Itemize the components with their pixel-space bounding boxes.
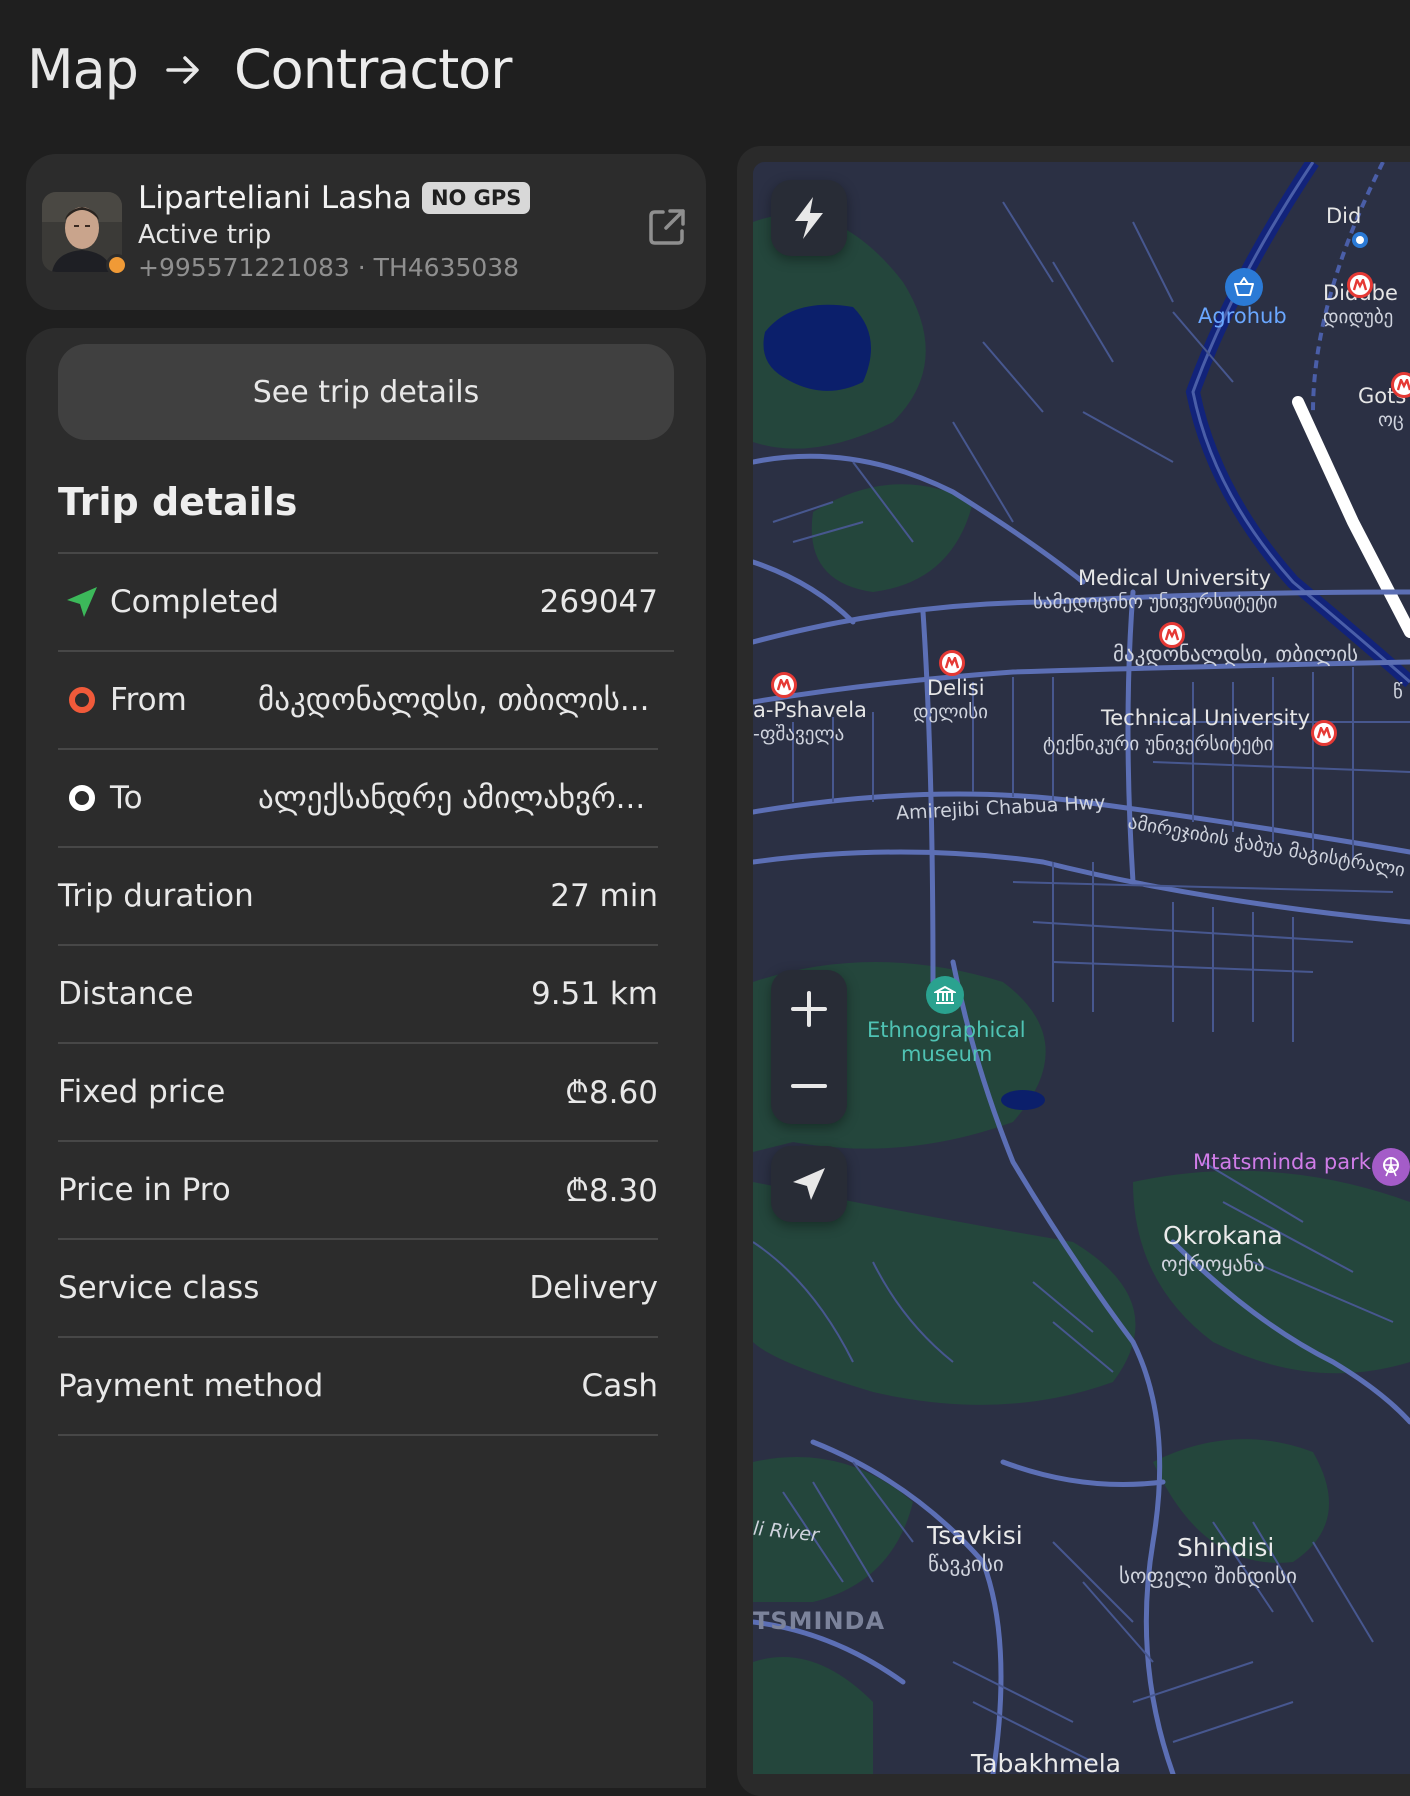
map-label-mtatsminda-park: Mtatsminda park	[1193, 1150, 1371, 1174]
train-station-icon[interactable]	[1352, 232, 1368, 248]
map-label-okrokana: Okrokana	[1163, 1221, 1283, 1250]
service-class-row: Service class Delivery	[58, 1240, 658, 1338]
detail-label: Service class	[58, 1270, 260, 1306]
map-label-delisi: Delisi	[927, 676, 985, 700]
map-label-mcdonalds-geo: მაკდონალდსი, თბილის	[1113, 642, 1359, 666]
detail-value: 27 min	[550, 878, 658, 914]
trip-details-list: Completed 269047 From მაკდონალდსი, თბილი…	[58, 552, 674, 1436]
from-row: From მაკდონალდსი, თბილის...	[58, 652, 658, 750]
ferris-wheel-icon[interactable]	[1372, 1148, 1410, 1186]
navigation-arrow-icon	[62, 584, 102, 620]
gps-status-badge: NO GPS	[421, 182, 531, 214]
breadcrumb-map[interactable]: Map	[27, 38, 139, 101]
zoom-in-icon[interactable]	[789, 989, 829, 1029]
metro-station-icon[interactable]	[1347, 272, 1373, 298]
metro-station-icon[interactable]	[771, 672, 797, 698]
metro-station-icon[interactable]	[939, 650, 965, 676]
location-arrow-icon	[793, 1168, 825, 1200]
map-label-ethnographical: Ethnographical	[867, 1018, 1026, 1042]
contact-separator: ·	[349, 253, 374, 282]
map-base-layer	[753, 162, 1410, 1774]
trip-order-number: 269047	[539, 584, 658, 620]
detail-label: Fixed price	[58, 1074, 226, 1110]
zoom-out-icon[interactable]	[789, 1066, 829, 1106]
map-label-okrokana-geo: ოქროყანა	[1161, 1252, 1265, 1276]
contractor-card: Liparteliani Lasha NO GPS Active trip +9…	[26, 154, 706, 310]
map-label-agrohub: Agrohub	[1198, 304, 1287, 328]
map-label-tsminda: TSMINDA	[753, 1607, 886, 1635]
map-label-did: Did	[1326, 204, 1362, 228]
see-trip-details-button[interactable]: See trip details	[58, 344, 674, 440]
map-label-delisi-geo: დელისი	[913, 701, 989, 723]
detail-value: Cash	[581, 1368, 658, 1404]
open-external-icon[interactable]	[646, 206, 688, 248]
map-label-pshavela-geo: -ფშაველა	[753, 723, 845, 745]
map-label-didube-geo: დიდუბე	[1323, 306, 1394, 328]
trip-panel: See trip details Trip details Completed …	[26, 328, 706, 1788]
map-label-gots-geo: ოც	[1378, 409, 1404, 431]
lightning-icon	[795, 197, 823, 239]
trip-details-title: Trip details	[58, 480, 298, 524]
locate-me-button[interactable]	[771, 1146, 847, 1222]
fixed-price-row: Fixed price ₾8.60	[58, 1044, 658, 1142]
map-label-technical-university-geo: ტექნიკური უნივერსიტეტი	[1043, 733, 1274, 755]
map-label-technical-university: Technical University	[1101, 706, 1311, 730]
detail-value: ₾8.60	[565, 1075, 658, 1111]
payment-method-row: Payment method Cash	[58, 1338, 658, 1436]
avatar	[42, 192, 128, 276]
detail-value: 9.51 km	[530, 976, 658, 1012]
detail-label: Distance	[58, 976, 194, 1012]
origin-point-icon	[62, 685, 102, 715]
to-label: To	[110, 780, 143, 816]
price-in-pro-row: Price in Pro ₾8.30	[58, 1142, 658, 1240]
status-dot	[106, 254, 128, 276]
map-label-shindisi: Shindisi	[1177, 1533, 1275, 1562]
traffic-lightning-button[interactable]	[771, 180, 847, 256]
map-label-medical-university: Medical University	[1078, 566, 1272, 590]
from-address: მაკდონალდსი, თბილის...	[258, 682, 650, 718]
map-label-museum: museum	[901, 1042, 993, 1066]
metro-station-icon[interactable]	[1391, 372, 1410, 398]
map-label-shindisi-geo: სოფელი შინდისი	[1119, 1564, 1297, 1588]
detail-label: Price in Pro	[58, 1172, 231, 1208]
map-label-pshavela: a-Pshavela	[753, 698, 867, 722]
destination-point-icon	[62, 783, 102, 813]
map-label-tabakhmela: Tabakhmela	[971, 1749, 1121, 1774]
trip-status-row: Completed 269047	[58, 554, 674, 652]
metro-station-icon[interactable]	[1311, 720, 1337, 746]
museum-icon[interactable]	[926, 976, 964, 1014]
to-address: ალექსანდრე ამილახვრ...	[258, 780, 646, 816]
contractor-contact: +995571221083 · TH4635038	[138, 253, 519, 282]
trip-duration-row: Trip duration 27 min	[58, 848, 658, 946]
map-label-tsavkisi-geo: წავკისი	[928, 1552, 1004, 1576]
breadcrumb: Map Contractor	[27, 38, 513, 101]
distance-row: Distance 9.51 km	[58, 946, 658, 1044]
zoom-controls	[771, 970, 847, 1124]
detail-label: Trip duration	[58, 878, 254, 914]
map-canvas[interactable]: Did Didube დიდუბე Agrohub Gots ოც Medica…	[753, 162, 1410, 1774]
trip-status-label: Completed	[110, 584, 280, 620]
arrow-right-icon	[160, 47, 206, 93]
from-label: From	[110, 682, 187, 718]
map-label-geo-edge: წ	[1393, 681, 1403, 703]
map-label-tsavkisi: Tsavkisi	[927, 1521, 1023, 1550]
detail-value: ₾8.30	[565, 1173, 658, 1209]
to-row: To ალექსანდრე ამილახვრ...	[58, 750, 658, 848]
contractor-status: Active trip	[138, 220, 272, 250]
page-title: Contractor	[233, 38, 513, 101]
detail-value: Delivery	[529, 1270, 658, 1306]
contractor-vehicle-id: TH4635038	[373, 253, 520, 282]
metro-station-icon[interactable]	[1159, 622, 1185, 648]
detail-label: Payment method	[58, 1368, 324, 1404]
contractor-phone: +995571221083	[138, 253, 350, 282]
map-label-medical-university-geo: სამედიცინო უნივერსიტეტი	[1033, 591, 1278, 613]
shopping-basket-icon[interactable]	[1225, 268, 1263, 306]
contractor-name: Liparteliani Lasha	[138, 180, 412, 216]
